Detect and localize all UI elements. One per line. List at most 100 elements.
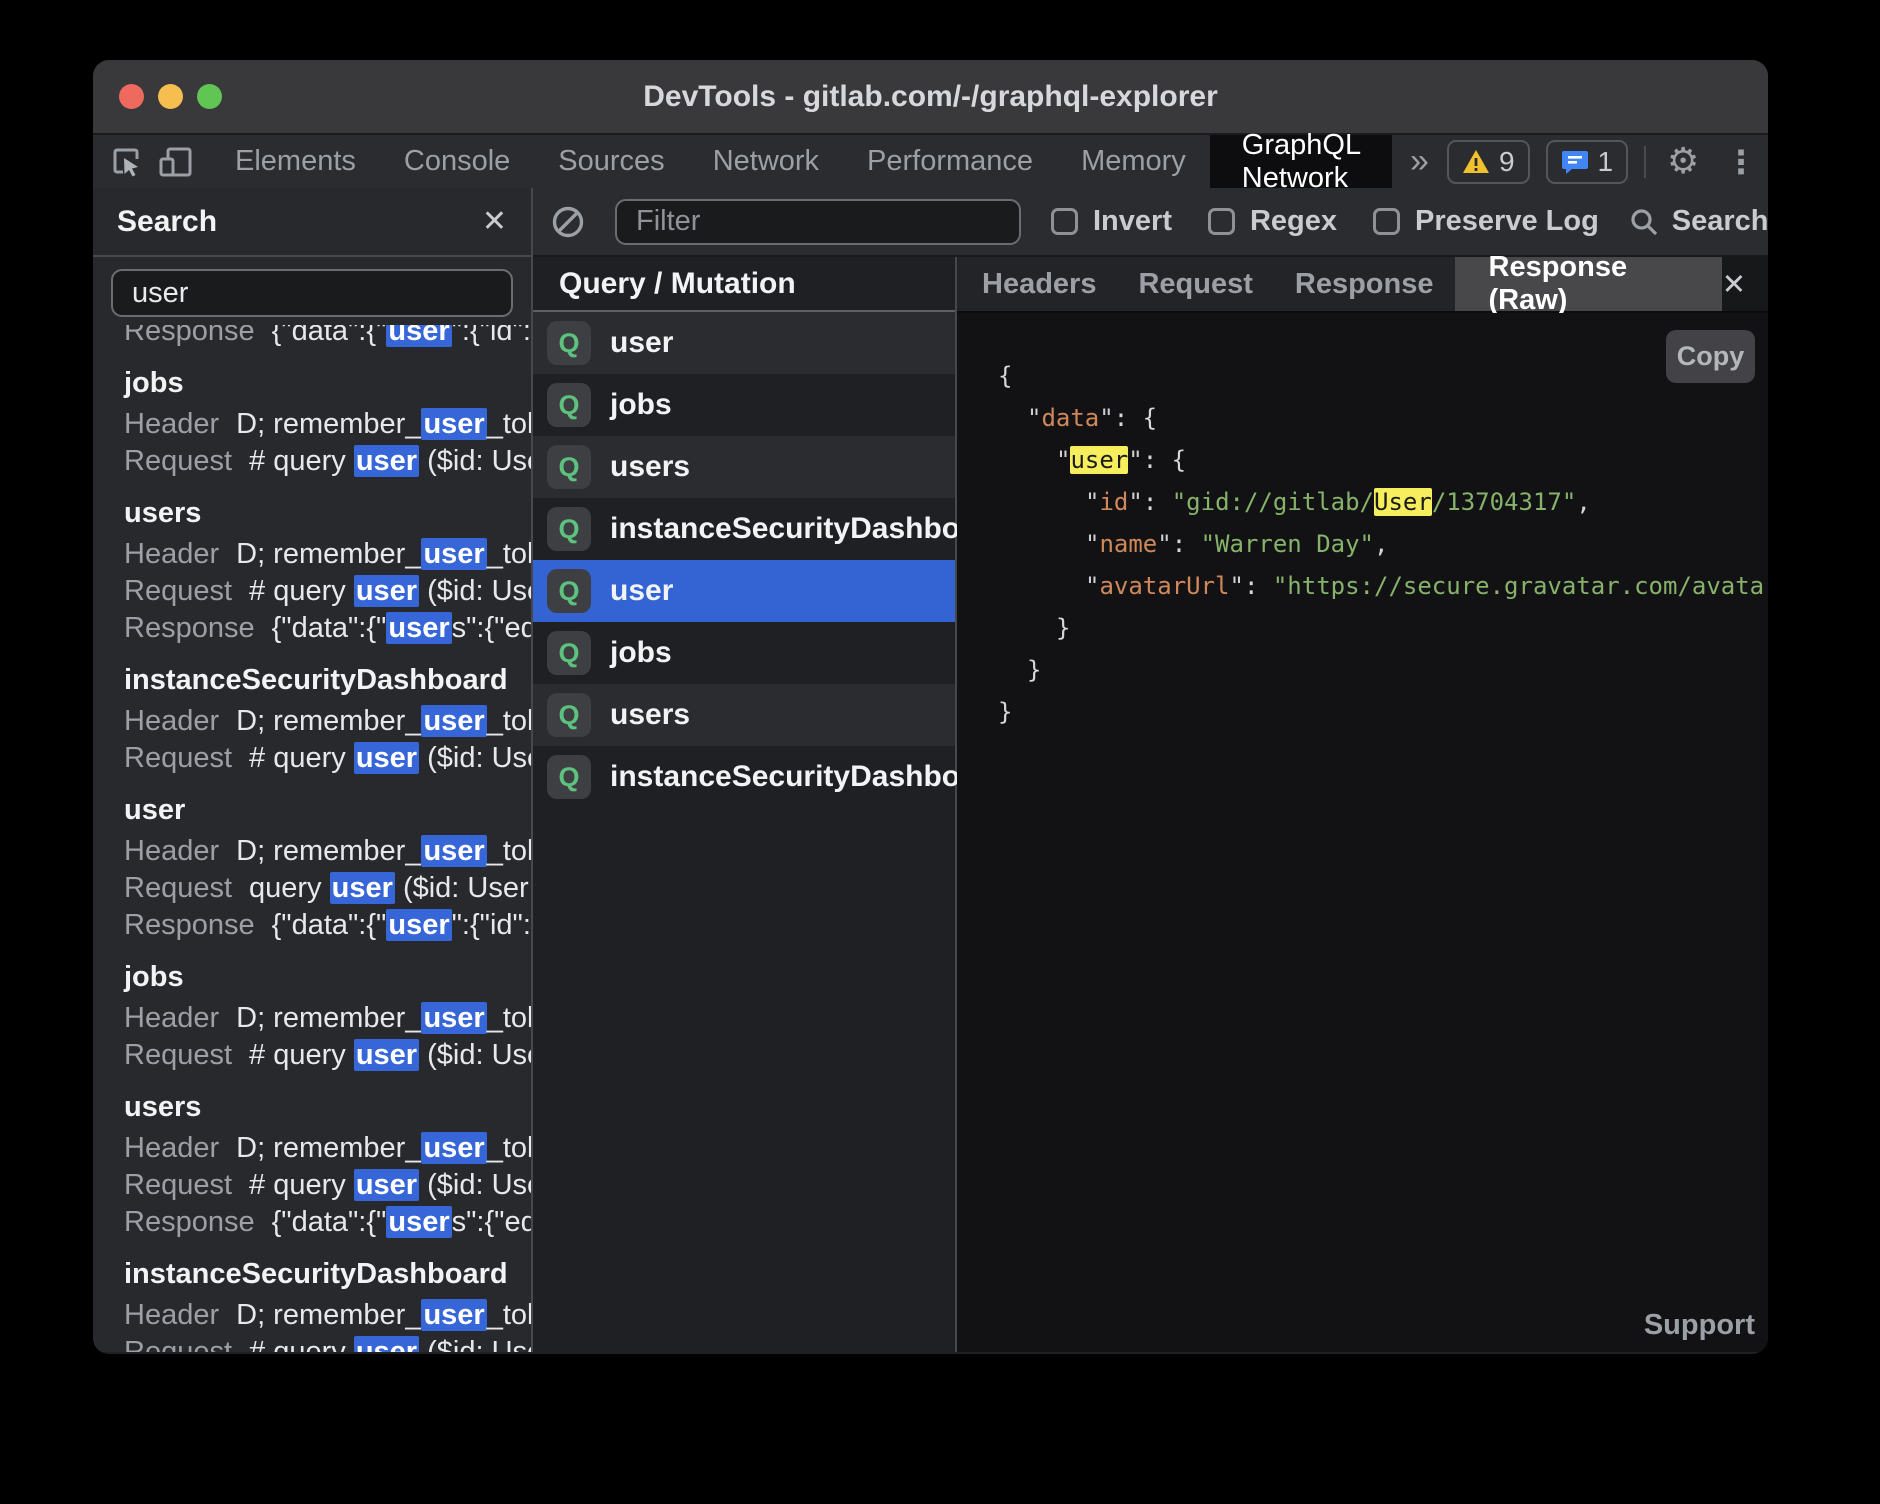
warnings-badge[interactable]: 9 bbox=[1447, 140, 1530, 184]
query-list-item[interactable]: Qjobs bbox=[533, 622, 955, 684]
search-results-list[interactable]: Response{"data":{"user":{"id":"gid jobs He… bbox=[93, 325, 531, 1352]
preserve-log-checkbox[interactable] bbox=[1373, 208, 1400, 235]
json-line: } bbox=[998, 607, 1768, 649]
search-result-text: {"data":{" bbox=[272, 325, 387, 347]
search-input[interactable] bbox=[111, 269, 513, 317]
query-list-item[interactable]: QinstanceSecurityDashboard bbox=[533, 498, 955, 560]
tab-sources[interactable]: Sources bbox=[534, 135, 688, 188]
search-result-line[interactable]: Request# query user ($id: UserI bbox=[124, 1167, 531, 1204]
filter-input[interactable] bbox=[615, 199, 1021, 245]
json-token: " bbox=[1085, 488, 1099, 516]
kebab-menu-icon[interactable]: ⋮ bbox=[1720, 141, 1762, 183]
json-token: : bbox=[1114, 404, 1143, 432]
inspect-element-icon[interactable] bbox=[105, 141, 147, 183]
search-result-text: _token=e bbox=[487, 705, 531, 737]
query-list-item-label: instanceSecurityDashboard bbox=[610, 512, 1007, 546]
device-toolbar-icon[interactable] bbox=[155, 141, 197, 183]
search-result-line[interactable]: Request# query user ($id: UserI bbox=[124, 740, 531, 777]
close-detail-icon[interactable]: ✕ bbox=[1722, 257, 1768, 311]
search-match-highlight: user bbox=[421, 1002, 486, 1034]
close-window-button[interactable] bbox=[119, 84, 144, 109]
issues-badge[interactable]: 1 bbox=[1546, 140, 1629, 184]
search-result-line[interactable]: HeaderD; remember_user_token=e bbox=[124, 1000, 531, 1037]
tab-performance[interactable]: Performance bbox=[843, 135, 1057, 188]
search-result-line[interactable]: Response{"data":{"users":{"edges bbox=[124, 610, 531, 647]
search-result-line[interactable]: Request# query user ($id: UserI bbox=[124, 1334, 531, 1352]
minimize-window-button[interactable] bbox=[158, 84, 183, 109]
search-result-text: query bbox=[249, 872, 330, 904]
support-link[interactable]: Support bbox=[1644, 1309, 1755, 1342]
search-result-title[interactable]: users bbox=[124, 1089, 531, 1126]
query-type-badge: Q bbox=[547, 445, 591, 489]
copy-button[interactable]: Copy bbox=[1666, 330, 1755, 383]
search-result-title[interactable]: instanceSecurityDashboard bbox=[124, 1256, 531, 1293]
search-result-line[interactable]: Request# query user ($id: UserI bbox=[124, 443, 531, 480]
query-list-item[interactable]: Qusers bbox=[533, 684, 955, 746]
json-line: "avatarUrl": "https://secure.gravatar.co… bbox=[998, 565, 1768, 607]
query-list-item[interactable]: Quser bbox=[533, 560, 955, 622]
search-result-title[interactable]: users bbox=[124, 495, 531, 532]
query-list-item[interactable]: Qjobs bbox=[533, 374, 955, 436]
search-result-line[interactable]: HeaderD; remember_user_token=e bbox=[124, 406, 531, 443]
search-result-line[interactable]: Request# query user ($id: UserI bbox=[124, 573, 531, 610]
tab-request[interactable]: Request bbox=[1117, 257, 1273, 311]
search-result-line[interactable]: HeaderD; remember_user_token=e bbox=[124, 703, 531, 740]
query-list-item-label: instanceSecurityDashboard bbox=[610, 760, 1007, 794]
search-result-text: # query bbox=[249, 1039, 354, 1071]
message-icon bbox=[1561, 149, 1589, 175]
json-token: name bbox=[1099, 530, 1157, 558]
title-bar: DevTools - gitlab.com/-/graphql-explorer bbox=[93, 60, 1768, 133]
search-result-line-label: Header bbox=[124, 705, 219, 737]
search-result-title[interactable]: instanceSecurityDashboard bbox=[124, 662, 531, 699]
tab-response-raw[interactable]: Response (Raw) bbox=[1455, 257, 1722, 311]
search-result-line[interactable]: Response{"data":{"user":{"id":"gid bbox=[124, 907, 531, 944]
search-result-section: users HeaderD; remember_user_token=eReque… bbox=[124, 495, 531, 647]
tab-response[interactable]: Response bbox=[1274, 257, 1455, 311]
tab-network[interactable]: Network bbox=[689, 135, 843, 188]
json-token: { bbox=[1172, 446, 1186, 474]
search-result-text: D; remember_ bbox=[236, 835, 421, 867]
search-result-title[interactable]: jobs bbox=[124, 365, 531, 402]
settings-gear-icon[interactable]: ⚙ bbox=[1662, 141, 1704, 183]
network-search-control[interactable]: Search bbox=[1629, 205, 1768, 238]
response-raw-content[interactable]: Copy {"data": {"user": {"id": "gid://git… bbox=[957, 313, 1768, 1352]
regex-checkbox[interactable] bbox=[1208, 208, 1235, 235]
search-result-title[interactable]: jobs bbox=[124, 959, 531, 996]
search-result-line[interactable]: HeaderD; remember_user_token=e bbox=[124, 536, 531, 573]
query-list-item[interactable]: QinstanceSecurityDashboard bbox=[533, 746, 955, 808]
json-token: { bbox=[1143, 404, 1157, 432]
json-line: } bbox=[998, 649, 1768, 691]
search-result-line[interactable]: HeaderD; remember_user_token=e bbox=[124, 1130, 531, 1167]
invert-checkbox[interactable] bbox=[1051, 208, 1078, 235]
search-result-title[interactable]: user bbox=[124, 792, 531, 829]
tab-console[interactable]: Console bbox=[380, 135, 534, 188]
tab-graphql-network[interactable]: GraphQL Network bbox=[1210, 135, 1392, 188]
search-result-line[interactable]: Response{"data":{"users":{"edges bbox=[124, 1204, 531, 1241]
search-result-line[interactable]: HeaderD; remember_user_token=e bbox=[124, 833, 531, 870]
search-result-section: users HeaderD; remember_user_token=eReque… bbox=[124, 1089, 531, 1241]
more-tabs-chevron-icon[interactable]: » bbox=[1392, 135, 1447, 188]
maximize-window-button[interactable] bbox=[197, 84, 222, 109]
search-result-text: D; remember_ bbox=[236, 1132, 421, 1164]
tab-memory[interactable]: Memory bbox=[1057, 135, 1210, 188]
tab-headers[interactable]: Headers bbox=[961, 257, 1117, 311]
search-match-highlight: user bbox=[421, 835, 486, 867]
devtools-toolbar: ElementsConsoleSourcesNetworkPerformance… bbox=[93, 133, 1768, 188]
query-type-badge: Q bbox=[547, 569, 591, 613]
search-result-line[interactable]: HeaderD; remember_user_token=e bbox=[124, 1297, 531, 1334]
close-search-panel-icon[interactable]: ✕ bbox=[482, 207, 507, 237]
search-result-line[interactable]: Requestquery user ($id: UserI bbox=[124, 870, 531, 907]
query-list-item[interactable]: Qusers bbox=[533, 436, 955, 498]
invert-checkbox-group: Invert bbox=[1051, 205, 1172, 238]
search-result-line[interactable]: Response{"data":{"user":{"id":"gid bbox=[124, 325, 531, 350]
panel-tabs: ElementsConsoleSourcesNetworkPerformance… bbox=[211, 135, 1210, 188]
tab-elements[interactable]: Elements bbox=[211, 135, 380, 188]
network-filter-bar: InvertRegexPreserve Log Search bbox=[533, 188, 1768, 257]
query-list-item[interactable]: Quser bbox=[533, 312, 955, 374]
search-result-text: D; remember_ bbox=[236, 408, 421, 440]
clear-block-icon[interactable] bbox=[551, 201, 585, 243]
search-result-section: instanceSecurityDashboard HeaderD; rememb… bbox=[124, 1256, 531, 1352]
search-result-line[interactable]: Request# query user ($id: UserI bbox=[124, 1037, 531, 1074]
json-token: avatarUrl bbox=[1099, 572, 1229, 600]
json-token: id bbox=[1099, 488, 1128, 516]
